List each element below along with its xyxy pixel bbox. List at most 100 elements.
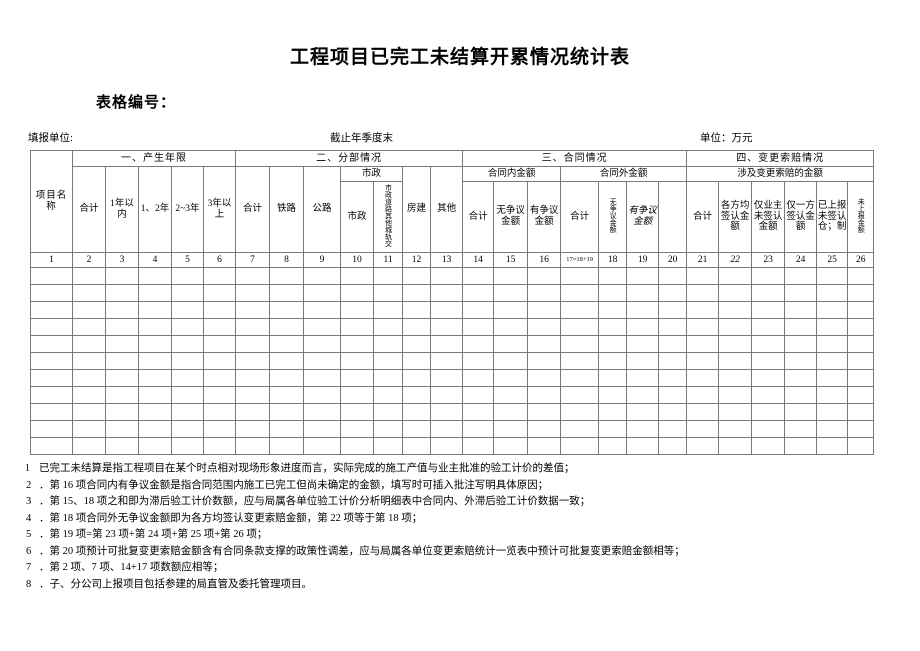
- table-cell[interactable]: [138, 369, 172, 387]
- table-cell[interactable]: [658, 267, 688, 285]
- table-cell[interactable]: [493, 335, 529, 353]
- table-cell[interactable]: [138, 386, 172, 404]
- table-cell[interactable]: [493, 267, 529, 285]
- table-cell[interactable]: [784, 420, 818, 438]
- table-cell[interactable]: [658, 352, 688, 370]
- table-cell[interactable]: [402, 369, 432, 387]
- table-cell[interactable]: [340, 403, 375, 421]
- table-cell[interactable]: [430, 437, 464, 455]
- table-cell[interactable]: [72, 403, 106, 421]
- table-cell[interactable]: [784, 301, 818, 319]
- table-cell[interactable]: [430, 301, 464, 319]
- table-cell[interactable]: [527, 403, 562, 421]
- table-cell[interactable]: [30, 284, 73, 302]
- table-cell[interactable]: [560, 301, 600, 319]
- table-cell[interactable]: [72, 420, 106, 438]
- table-cell[interactable]: [658, 335, 688, 353]
- table-cell[interactable]: [235, 352, 271, 370]
- table-cell[interactable]: [303, 301, 342, 319]
- table-cell[interactable]: [527, 369, 562, 387]
- table-cell[interactable]: [493, 420, 529, 438]
- table-cell[interactable]: [340, 335, 375, 353]
- table-cell[interactable]: [626, 386, 660, 404]
- table-cell[interactable]: [658, 437, 688, 455]
- table-cell[interactable]: [527, 284, 562, 302]
- table-cell[interactable]: [626, 267, 660, 285]
- table-cell[interactable]: [686, 301, 720, 319]
- table-cell[interactable]: [72, 369, 106, 387]
- table-cell[interactable]: [718, 386, 753, 404]
- table-cell[interactable]: [430, 420, 464, 438]
- table-cell[interactable]: [340, 318, 375, 336]
- table-cell[interactable]: [626, 403, 660, 421]
- table-cell[interactable]: [430, 267, 464, 285]
- table-cell[interactable]: [340, 267, 375, 285]
- table-cell[interactable]: [626, 352, 660, 370]
- table-cell[interactable]: [171, 386, 204, 404]
- table-cell[interactable]: [269, 369, 305, 387]
- table-row[interactable]: [30, 318, 875, 336]
- table-cell[interactable]: [598, 403, 628, 421]
- table-cell[interactable]: [402, 403, 432, 421]
- table-cell[interactable]: [686, 335, 720, 353]
- table-cell[interactable]: [105, 420, 139, 438]
- table-cell[interactable]: [462, 403, 495, 421]
- table-cell[interactable]: [373, 420, 404, 438]
- table-cell[interactable]: [686, 267, 720, 285]
- table-cell[interactable]: [462, 301, 495, 319]
- table-cell[interactable]: [816, 420, 849, 438]
- table-cell[interactable]: [784, 437, 818, 455]
- table-cell[interactable]: [402, 335, 432, 353]
- table-cell[interactable]: [493, 318, 529, 336]
- table-cell[interactable]: [560, 386, 600, 404]
- table-cell[interactable]: [718, 284, 753, 302]
- table-cell[interactable]: [658, 369, 688, 387]
- table-cell[interactable]: [171, 437, 204, 455]
- table-cell[interactable]: [138, 318, 172, 336]
- table-cell[interactable]: [269, 301, 305, 319]
- table-cell[interactable]: [527, 301, 562, 319]
- table-cell[interactable]: [402, 284, 432, 302]
- table-cell[interactable]: [560, 335, 600, 353]
- table-cell[interactable]: [303, 420, 342, 438]
- table-cell[interactable]: [784, 369, 818, 387]
- table-cell[interactable]: [462, 318, 495, 336]
- table-cell[interactable]: [751, 437, 786, 455]
- table-cell[interactable]: [30, 335, 73, 353]
- table-cell[interactable]: [847, 386, 875, 404]
- table-cell[interactable]: [560, 420, 600, 438]
- table-cell[interactable]: [72, 301, 106, 319]
- table-cell[interactable]: [105, 284, 139, 302]
- table-cell[interactable]: [269, 267, 305, 285]
- table-cell[interactable]: [402, 352, 432, 370]
- table-cell[interactable]: [373, 369, 404, 387]
- table-cell[interactable]: [462, 267, 495, 285]
- table-cell[interactable]: [340, 352, 375, 370]
- table-cell[interactable]: [462, 386, 495, 404]
- table-cell[interactable]: [340, 386, 375, 404]
- table-cell[interactable]: [626, 420, 660, 438]
- table-cell[interactable]: [373, 437, 404, 455]
- table-cell[interactable]: [430, 318, 464, 336]
- table-cell[interactable]: [373, 267, 404, 285]
- table-cell[interactable]: [784, 352, 818, 370]
- table-cell[interactable]: [303, 403, 342, 421]
- table-cell[interactable]: [171, 301, 204, 319]
- table-cell[interactable]: [235, 420, 271, 438]
- table-row[interactable]: [30, 403, 875, 421]
- table-cell[interactable]: [493, 386, 529, 404]
- table-cell[interactable]: [560, 267, 600, 285]
- table-cell[interactable]: [751, 318, 786, 336]
- table-cell[interactable]: [847, 267, 875, 285]
- table-cell[interactable]: [269, 284, 305, 302]
- table-cell[interactable]: [816, 318, 849, 336]
- table-cell[interactable]: [816, 369, 849, 387]
- table-cell[interactable]: [402, 386, 432, 404]
- table-cell[interactable]: [751, 386, 786, 404]
- table-cell[interactable]: [303, 352, 342, 370]
- table-cell[interactable]: [202, 284, 237, 302]
- table-cell[interactable]: [718, 437, 753, 455]
- table-cell[interactable]: [784, 335, 818, 353]
- table-cell[interactable]: [430, 335, 464, 353]
- table-cell[interactable]: [718, 403, 753, 421]
